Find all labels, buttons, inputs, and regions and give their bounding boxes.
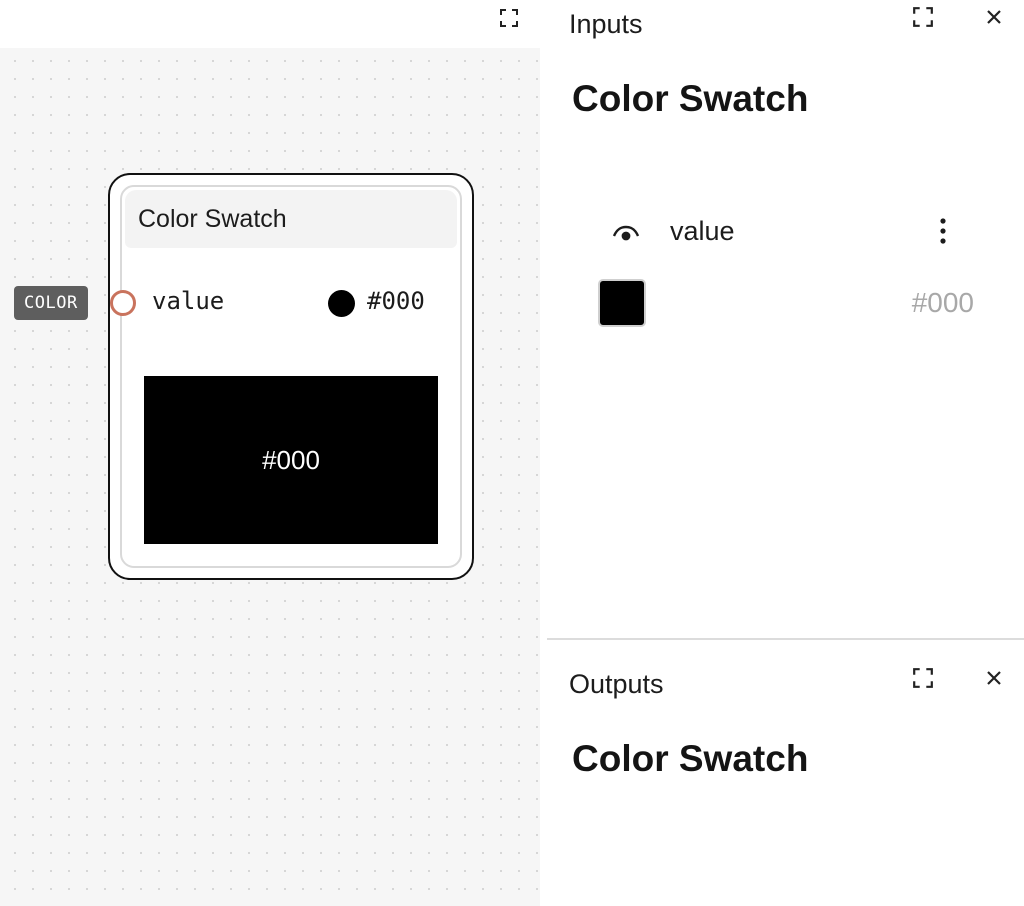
outputs-panel-title: Outputs: [569, 669, 664, 699]
inputs-expand-icon[interactable]: [908, 2, 938, 32]
node-title[interactable]: Color Swatch: [125, 190, 457, 248]
more-vertical-icon[interactable]: [928, 216, 958, 246]
canvas-toolbar: [0, 0, 540, 48]
swatch-preview-text: #000: [262, 444, 320, 475]
node-color-dot[interactable]: [328, 290, 355, 317]
color-value-input[interactable]: [880, 287, 974, 319]
inputs-panel-title: Inputs: [569, 9, 643, 39]
color-picker-swatch[interactable]: [598, 279, 646, 327]
canvas-expand-icon[interactable]: [496, 5, 522, 31]
outputs-expand-icon[interactable]: [908, 663, 938, 693]
input-field-label: value: [670, 216, 735, 246]
input-port[interactable]: [110, 290, 136, 316]
input-type-tag: COLOR: [14, 286, 88, 320]
app-root: COLOR Color Swatch value #000 #000 Input…: [0, 0, 1024, 906]
outputs-close-icon[interactable]: [979, 663, 1009, 693]
panel-divider: [547, 638, 1024, 640]
outputs-panel-heading: Color Swatch: [572, 738, 809, 779]
inputs-panel-heading: Color Swatch: [572, 78, 809, 119]
node-field-label: value: [152, 287, 225, 315]
inputs-close-icon[interactable]: [979, 2, 1009, 32]
node-field-value: #000: [367, 287, 425, 315]
swatch-preview: #000: [144, 376, 438, 544]
eye-icon[interactable]: [611, 218, 641, 248]
